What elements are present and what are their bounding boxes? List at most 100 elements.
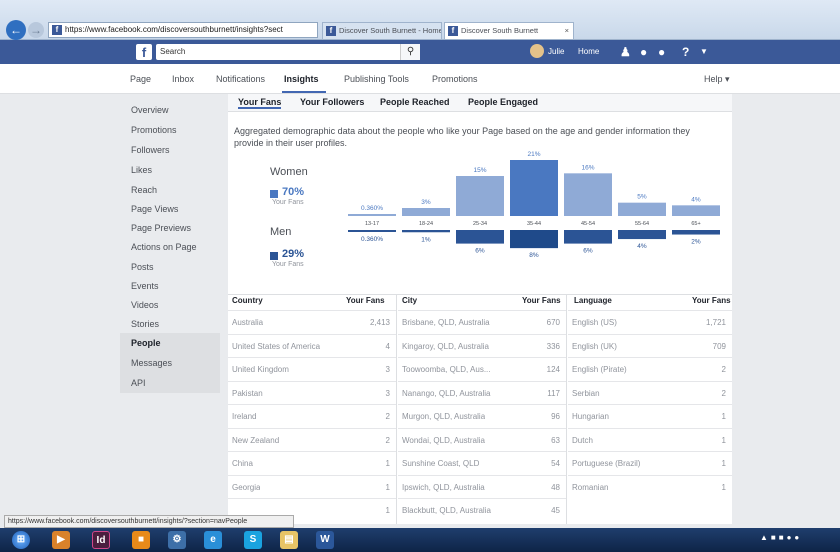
sidebar-item-overview[interactable]: Overview xyxy=(120,100,220,120)
back-arrow-icon[interactable]: ← xyxy=(6,20,26,40)
indesign-icon[interactable]: Id xyxy=(92,531,110,549)
account-menu-chevron-icon[interactable]: ▼ xyxy=(700,44,708,60)
home-link[interactable]: Home xyxy=(578,44,599,60)
sidebar-item-reach[interactable]: Reach xyxy=(120,180,220,200)
men-swatch xyxy=(270,252,278,260)
table-row[interactable]: Wondai, QLD, Australia 63 xyxy=(398,427,566,452)
age-tick-label: 65+ xyxy=(691,221,700,227)
language-fans-value: 1 xyxy=(721,482,726,492)
tab-people-engaged[interactable]: People Engaged xyxy=(468,97,538,107)
table-row[interactable]: Blackbutt, QLD, Australia 45 xyxy=(398,498,566,522)
table-row[interactable]: Georgia 1 xyxy=(228,474,396,499)
table-row[interactable]: United Kingdom 3 xyxy=(228,357,396,381)
table-row[interactable]: Nanango, QLD, Australia 117 xyxy=(398,380,566,405)
city-fans-value: 63 xyxy=(551,435,560,445)
address-bar[interactable]: f https://www.facebook.com/discoversouth… xyxy=(48,22,318,38)
city-fans-value: 124 xyxy=(546,365,560,374)
table-row[interactable]: China 1 xyxy=(228,451,396,475)
tab-your-followers[interactable]: Your Followers xyxy=(300,97,364,107)
sidebar-item-api[interactable]: API xyxy=(120,373,220,393)
sidebar-item-actions-on-page[interactable]: Actions on Page xyxy=(120,237,220,257)
search-input[interactable]: Search xyxy=(156,44,420,60)
men-data-label: 6% xyxy=(583,248,593,255)
files-icon[interactable]: ■ xyxy=(132,531,150,549)
nav-insights[interactable]: Insights xyxy=(284,74,319,84)
table-row[interactable]: Australia 2,413 xyxy=(228,310,396,334)
sidebar-item-page-previews[interactable]: Page Previews xyxy=(120,218,220,238)
system-tray[interactable]: ▲■■●● xyxy=(760,533,836,547)
windows-start-icon[interactable]: ⊞ xyxy=(12,531,30,549)
sidebar-item-posts[interactable]: Posts xyxy=(120,257,220,277)
help-icon[interactable]: ? xyxy=(682,44,689,60)
table-row[interactable]: Serbian 2 xyxy=(568,380,732,405)
settings-icon[interactable]: ⚙ xyxy=(168,531,186,549)
sidebar-item-events[interactable]: Events xyxy=(120,276,220,296)
table-row[interactable]: Murgon, QLD, Australia 96 xyxy=(398,404,566,428)
tab-people-reached[interactable]: People Reached xyxy=(380,97,450,107)
women-data-label: 3% xyxy=(421,199,431,206)
help-menu[interactable]: Help ▾ xyxy=(704,74,730,85)
sidebar-item-promotions[interactable]: Promotions xyxy=(120,120,220,140)
table-row[interactable]: Toowoomba, QLD, Aus... 124 xyxy=(398,357,566,381)
nav-promotions[interactable]: Promotions xyxy=(432,74,478,84)
men-data-label: 2% xyxy=(691,239,701,246)
word-icon[interactable]: W xyxy=(316,531,334,549)
browser-tab-active[interactable]: f Discover South Burnett × xyxy=(444,22,574,39)
table-row[interactable]: New Zealand 2 xyxy=(228,427,396,452)
messages-icon[interactable]: ● xyxy=(640,44,647,60)
facebook-logo-icon[interactable]: f xyxy=(136,44,152,60)
language-fans-value: 709 xyxy=(712,341,726,351)
men-bar xyxy=(564,230,612,244)
skype-icon[interactable]: S xyxy=(244,531,262,549)
friend-requests-icon[interactable]: ♟ xyxy=(620,44,631,60)
folder-icon[interactable]: ▤ xyxy=(280,531,298,549)
nav-notifications[interactable]: Notifications xyxy=(216,74,265,84)
sidebar-item-people[interactable]: People xyxy=(120,333,220,353)
nav-publishing-tools[interactable]: Publishing Tools xyxy=(344,74,409,84)
sidebar-item-followers[interactable]: Followers xyxy=(120,140,220,160)
browser-tab-home[interactable]: f Discover South Burnett - Home xyxy=(322,22,442,39)
media-player-icon[interactable]: ▶ xyxy=(52,531,70,549)
table-row[interactable]: English (UK) 709 xyxy=(568,333,732,358)
tab-your-fans[interactable]: Your Fans xyxy=(238,97,282,109)
sidebar-item-page-views[interactable]: Page Views xyxy=(120,199,220,219)
table-row[interactable]: Ireland 2 xyxy=(228,404,396,428)
country-name: Ireland xyxy=(232,412,257,421)
search-icon[interactable]: ⚲ xyxy=(400,44,420,60)
table-row[interactable]: United States of America 4 xyxy=(228,333,396,358)
sidebar-item-videos[interactable]: Videos xyxy=(120,295,220,315)
women-data-label: 5% xyxy=(637,194,647,201)
nav-page[interactable]: Page xyxy=(130,74,151,84)
ie-icon[interactable]: e xyxy=(204,531,222,549)
table-row[interactable]: Kingaroy, QLD, Australia 336 xyxy=(398,333,566,358)
table-row[interactable]: Pakistan 3 xyxy=(228,380,396,405)
table-row[interactable]: Portuguese (Brazil) 1 xyxy=(568,451,732,475)
table-row[interactable]: English (US) 1,721 xyxy=(568,310,732,334)
nav-inbox[interactable]: Inbox xyxy=(172,74,194,84)
sidebar-item-messages[interactable]: Messages xyxy=(120,353,220,373)
right-gutter xyxy=(732,94,840,524)
tab-title: Discover South Burnett xyxy=(461,26,539,35)
women-data-label: 21% xyxy=(527,151,540,158)
women-bar xyxy=(456,176,504,216)
language-fans-value: 1,721 xyxy=(705,318,726,327)
close-tab-icon[interactable]: × xyxy=(565,23,569,39)
avatar[interactable] xyxy=(530,44,544,58)
profile-name-link[interactable]: Julie xyxy=(548,44,564,60)
demographics-description: Aggregated demographic data about the pe… xyxy=(234,126,690,148)
table-row[interactable]: Sunshine Coast, QLD 54 xyxy=(398,451,566,475)
notifications-icon[interactable]: ● xyxy=(658,44,665,60)
forward-arrow-icon[interactable]: → xyxy=(28,22,44,38)
sidebar-item-stories[interactable]: Stories xyxy=(120,314,220,334)
table-row[interactable]: Dutch 1 xyxy=(568,427,732,452)
table-row[interactable]: Ipswich, QLD, Australia 48 xyxy=(398,474,566,499)
table-row[interactable]: Brisbane, QLD, Australia 670 xyxy=(398,310,566,334)
table-row[interactable]: Romanian 1 xyxy=(568,474,732,499)
country-fans-value: 1 xyxy=(385,506,390,515)
city-fans-value: 670 xyxy=(546,318,560,327)
table-row[interactable]: English (Pirate) 2 xyxy=(568,357,732,381)
men-label: Men xyxy=(270,226,292,238)
table-row[interactable]: Hungarian 1 xyxy=(568,404,732,428)
language-name: Hungarian xyxy=(572,412,609,421)
sidebar-item-likes[interactable]: Likes xyxy=(120,160,220,180)
